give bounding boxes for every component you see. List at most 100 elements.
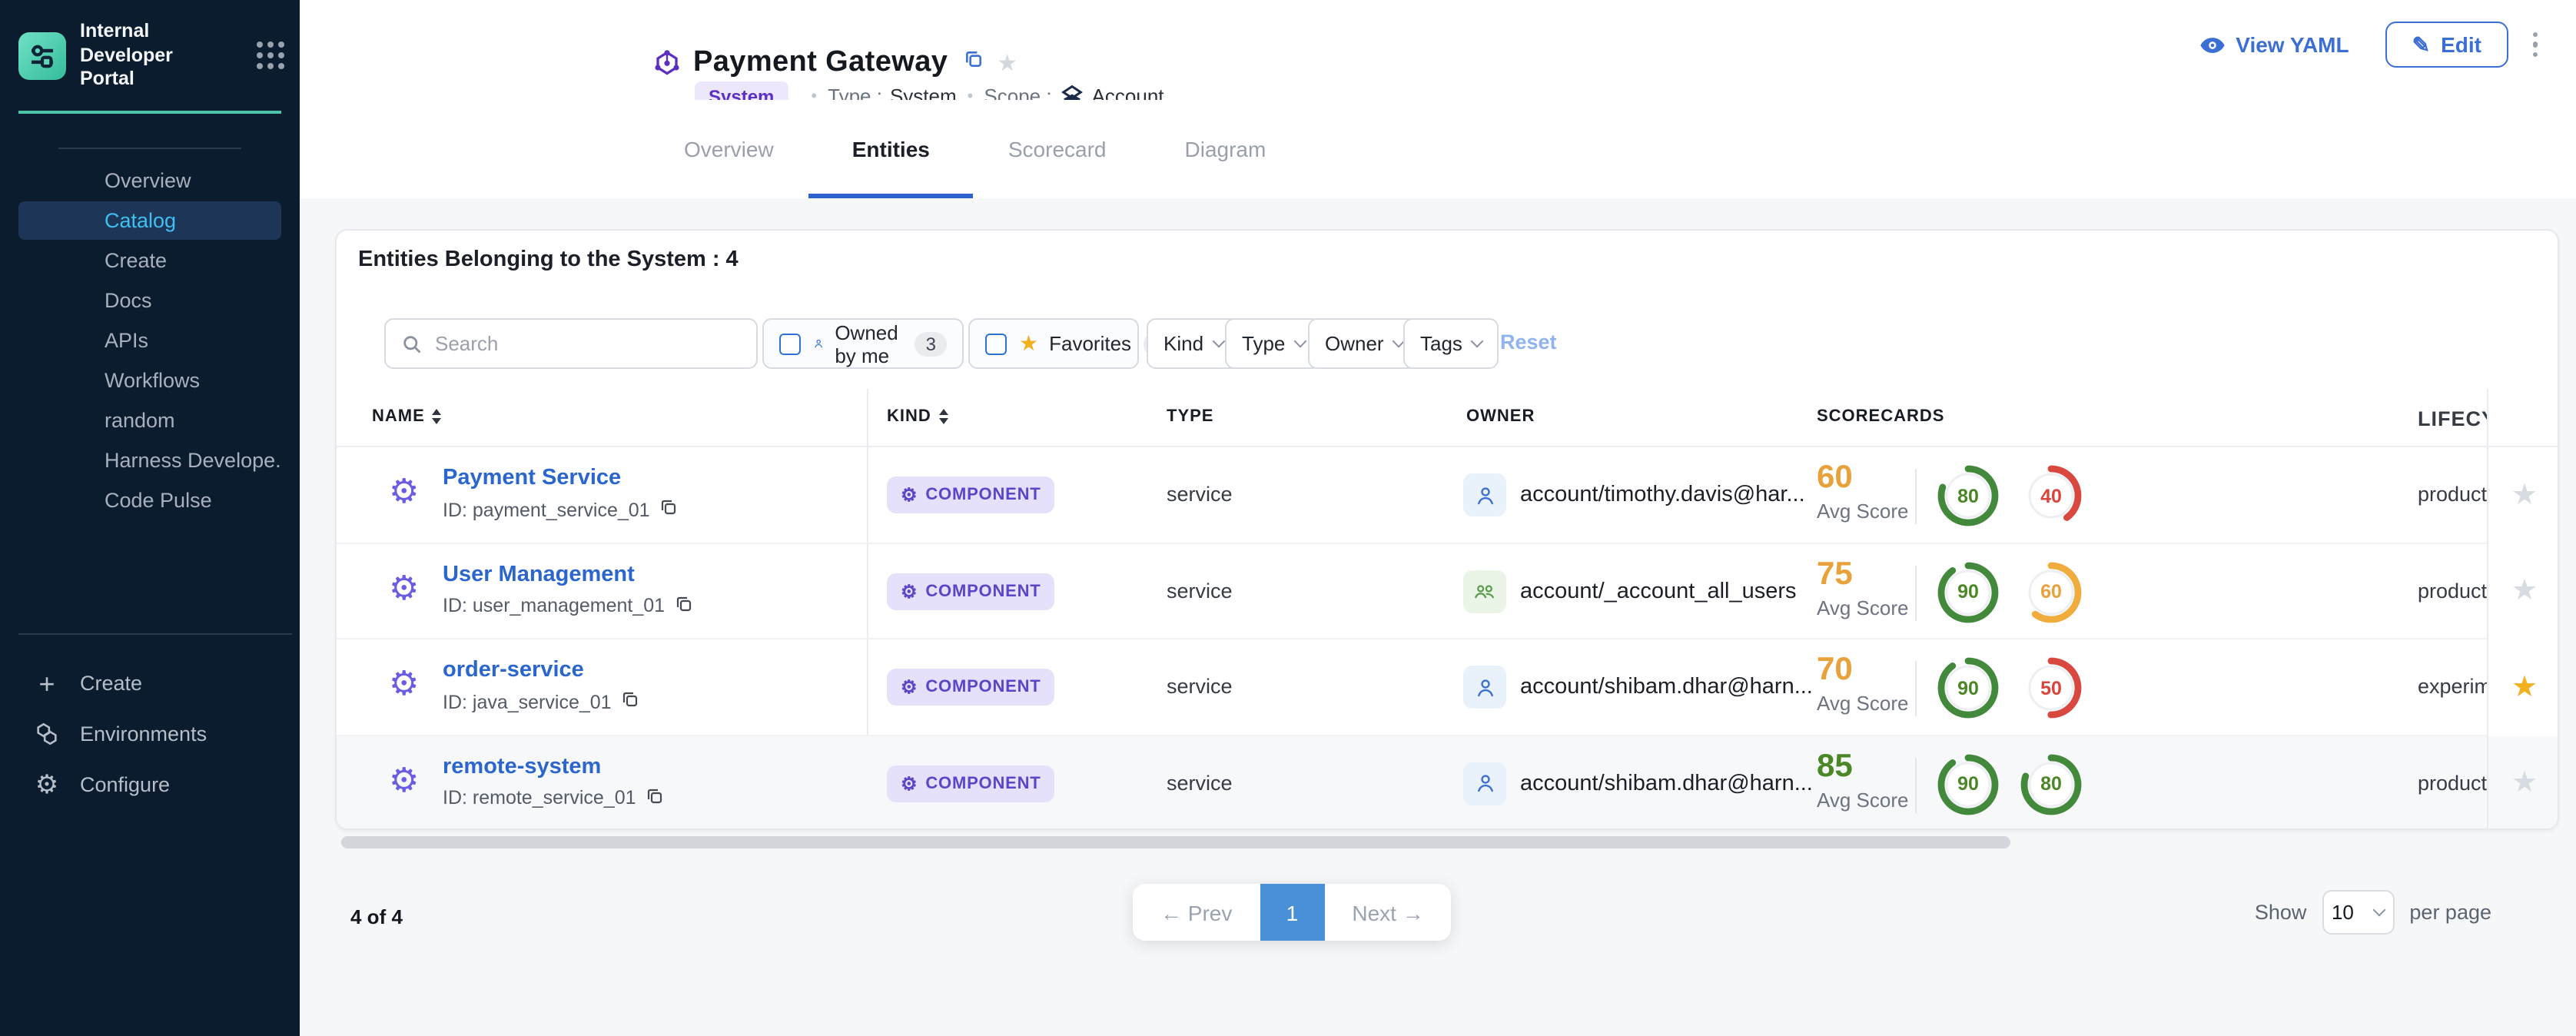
component-gear-icon: ⚙ — [389, 667, 419, 701]
table-row[interactable]: ⚙User ManagementID: user_management_01⚙C… — [337, 543, 2558, 639]
tab-entities[interactable]: Entities — [852, 100, 930, 198]
nav-divider — [58, 148, 241, 149]
favorites-checkbox[interactable] — [985, 333, 1007, 354]
hexagons-icon — [34, 721, 60, 747]
gear-icon: ⚙ — [34, 772, 60, 798]
component-gear-icon: ⚙ — [901, 582, 918, 600]
entity-id: ID: user_management_01 — [443, 594, 692, 617]
page-header: Payment Gateway ★ System • Type : System… — [300, 0, 2576, 100]
component-gear-icon: ⚙ — [901, 678, 918, 696]
page-size-control: Show 10 per page — [2255, 890, 2491, 935]
sidebar-item-create[interactable]: Create — [18, 241, 281, 280]
page-size-select[interactable]: 10 — [2322, 890, 2394, 935]
current-page-button[interactable]: 1 — [1260, 884, 1324, 941]
search-input[interactable] — [435, 332, 727, 355]
copy-title-icon[interactable] — [963, 49, 983, 77]
sidebar-item-environments[interactable]: Environments — [0, 709, 300, 759]
pagination-row: 4 of 4 ← Prev 1 Next → Show 10 — [300, 875, 2576, 951]
owned-by-me-filter[interactable]: Owned by me 3 — [762, 318, 964, 369]
scorecard-gauge: 80 — [1937, 464, 2000, 527]
owned-by-me-checkbox[interactable] — [779, 333, 801, 354]
entity-name-link[interactable]: order-service — [443, 658, 584, 682]
sort-icon[interactable] — [939, 410, 948, 424]
entity-type: service — [1167, 483, 1233, 506]
chevron-down-icon — [1294, 335, 1307, 348]
chevron-down-icon — [1213, 335, 1226, 348]
search-box — [384, 318, 758, 369]
favorite-star-icon[interactable]: ★ — [2511, 481, 2538, 510]
pencil-icon: ✎ — [2412, 32, 2430, 58]
tab-overview[interactable]: Overview — [684, 100, 774, 198]
favorites-filter[interactable]: ★ Favorites 0 — [968, 318, 1139, 369]
avg-score: 75Avg Score — [1817, 556, 1909, 619]
table-row[interactable]: ⚙Payment ServiceID: payment_service_01⚙C… — [337, 447, 2558, 543]
favorite-title-star-icon[interactable]: ★ — [997, 49, 1017, 77]
column-header-name[interactable]: NAME — [372, 407, 442, 426]
kind-badge: ⚙COMPONENT — [887, 669, 1055, 706]
sidebar-item-catalog[interactable]: Catalog — [18, 201, 281, 240]
score-divider — [1915, 565, 1917, 620]
entities-card: Entities Belonging to the System : 4 — [335, 229, 2559, 830]
lifecycle-value: production — [2418, 483, 2487, 506]
owner-text: account/timothy.davis@har... — [1520, 483, 1805, 507]
entity-name-link[interactable]: Payment Service — [443, 466, 621, 490]
table-row[interactable]: ⚙order-serviceID: java_service_01⚙COMPON… — [337, 639, 2558, 735]
content-area: Entities Belonging to the System : 4 — [300, 198, 2576, 1036]
edit-button[interactable]: ✎ Edit — [2386, 22, 2508, 68]
user-icon — [1463, 762, 1506, 805]
kind-badge: ⚙COMPONENT — [887, 765, 1055, 802]
entity-id: ID: payment_service_01 — [443, 498, 678, 521]
copy-id-icon[interactable] — [636, 786, 664, 809]
column-header-kind[interactable]: KIND — [887, 407, 948, 426]
sidebar-item-configure[interactable]: ⚙Configure — [0, 759, 300, 810]
entity-type: service — [1167, 675, 1233, 698]
lifecycle-value: experimental — [2418, 675, 2487, 698]
sidebar-nav: OverviewCatalogCreateDocsAPIsWorkflowsra… — [0, 161, 300, 520]
component-gear-icon: ⚙ — [389, 763, 419, 797]
favorite-cell: ★ — [2487, 639, 2559, 735]
sidebar-item-apis[interactable]: APIs — [18, 321, 281, 360]
filter-dropdown-tags[interactable]: Tags — [1403, 318, 1499, 369]
view-yaml-button[interactable]: View YAML — [2199, 32, 2349, 57]
scorecard-gauge: 90 — [1937, 560, 2000, 623]
column-header-lifecycle: LIFECYCLE — [2418, 407, 2487, 430]
show-label: Show — [2255, 901, 2307, 924]
main-area: Payment Gateway ★ System • Type : System… — [300, 0, 2576, 1036]
sidebar-item-code-pulse[interactable]: Code Pulse — [18, 481, 281, 520]
user-icon — [1463, 473, 1506, 516]
copy-id-icon[interactable] — [650, 498, 678, 521]
sort-icon[interactable] — [433, 410, 442, 424]
arrow-right-icon: → — [1396, 900, 1424, 925]
table-row[interactable]: ⚙remote-systemID: remote_service_01⚙COMP… — [337, 735, 2558, 830]
sidebar-item-harness-develope-[interactable]: Harness Develope... — [18, 441, 281, 480]
app-grid-icon[interactable] — [257, 42, 284, 70]
reset-filters-link[interactable]: Reset — [1500, 330, 1557, 354]
kind-badge: ⚙COMPONENT — [887, 476, 1055, 513]
row-count-summary: 4 of 4 — [350, 905, 403, 928]
sidebar-item-random[interactable]: random — [18, 401, 281, 440]
copy-id-icon[interactable] — [665, 594, 692, 617]
sidebar-item-create[interactable]: +Create — [0, 658, 300, 709]
tab-scorecard[interactable]: Scorecard — [1008, 100, 1107, 198]
harness-logo[interactable] — [18, 32, 66, 80]
scorecard-gauge: 90 — [1937, 656, 2000, 719]
sidebar-item-overview[interactable]: Overview — [18, 161, 281, 200]
column-header-scorecards: SCORECARDS — [1817, 407, 1944, 426]
card-heading: Entities Belonging to the System : 4 — [358, 247, 739, 272]
app-window: Internal Developer Portal OverviewCatalo… — [0, 0, 2576, 1036]
sidebar-item-docs[interactable]: Docs — [18, 281, 281, 320]
entity-name-link[interactable]: remote-system — [443, 754, 601, 779]
prev-page-button[interactable]: ← Prev — [1133, 884, 1260, 941]
sidebar-bottom-nav: +CreateEnvironments⚙Configure — [0, 658, 300, 810]
copy-id-icon[interactable] — [612, 690, 639, 713]
sidebar-item-workflows[interactable]: Workflows — [18, 361, 281, 400]
next-page-button[interactable]: Next → — [1324, 884, 1451, 941]
tab-diagram[interactable]: Diagram — [1185, 100, 1266, 198]
horizontal-scrollbar[interactable] — [341, 836, 2010, 848]
favorite-star-icon[interactable]: ★ — [2511, 769, 2538, 799]
favorite-star-icon[interactable]: ★ — [2511, 673, 2538, 702]
chevron-down-icon — [1471, 335, 1484, 348]
more-options-kebab-icon[interactable] — [2528, 25, 2542, 65]
favorite-star-icon[interactable]: ★ — [2511, 577, 2538, 606]
entity-name-link[interactable]: User Management — [443, 562, 635, 586]
